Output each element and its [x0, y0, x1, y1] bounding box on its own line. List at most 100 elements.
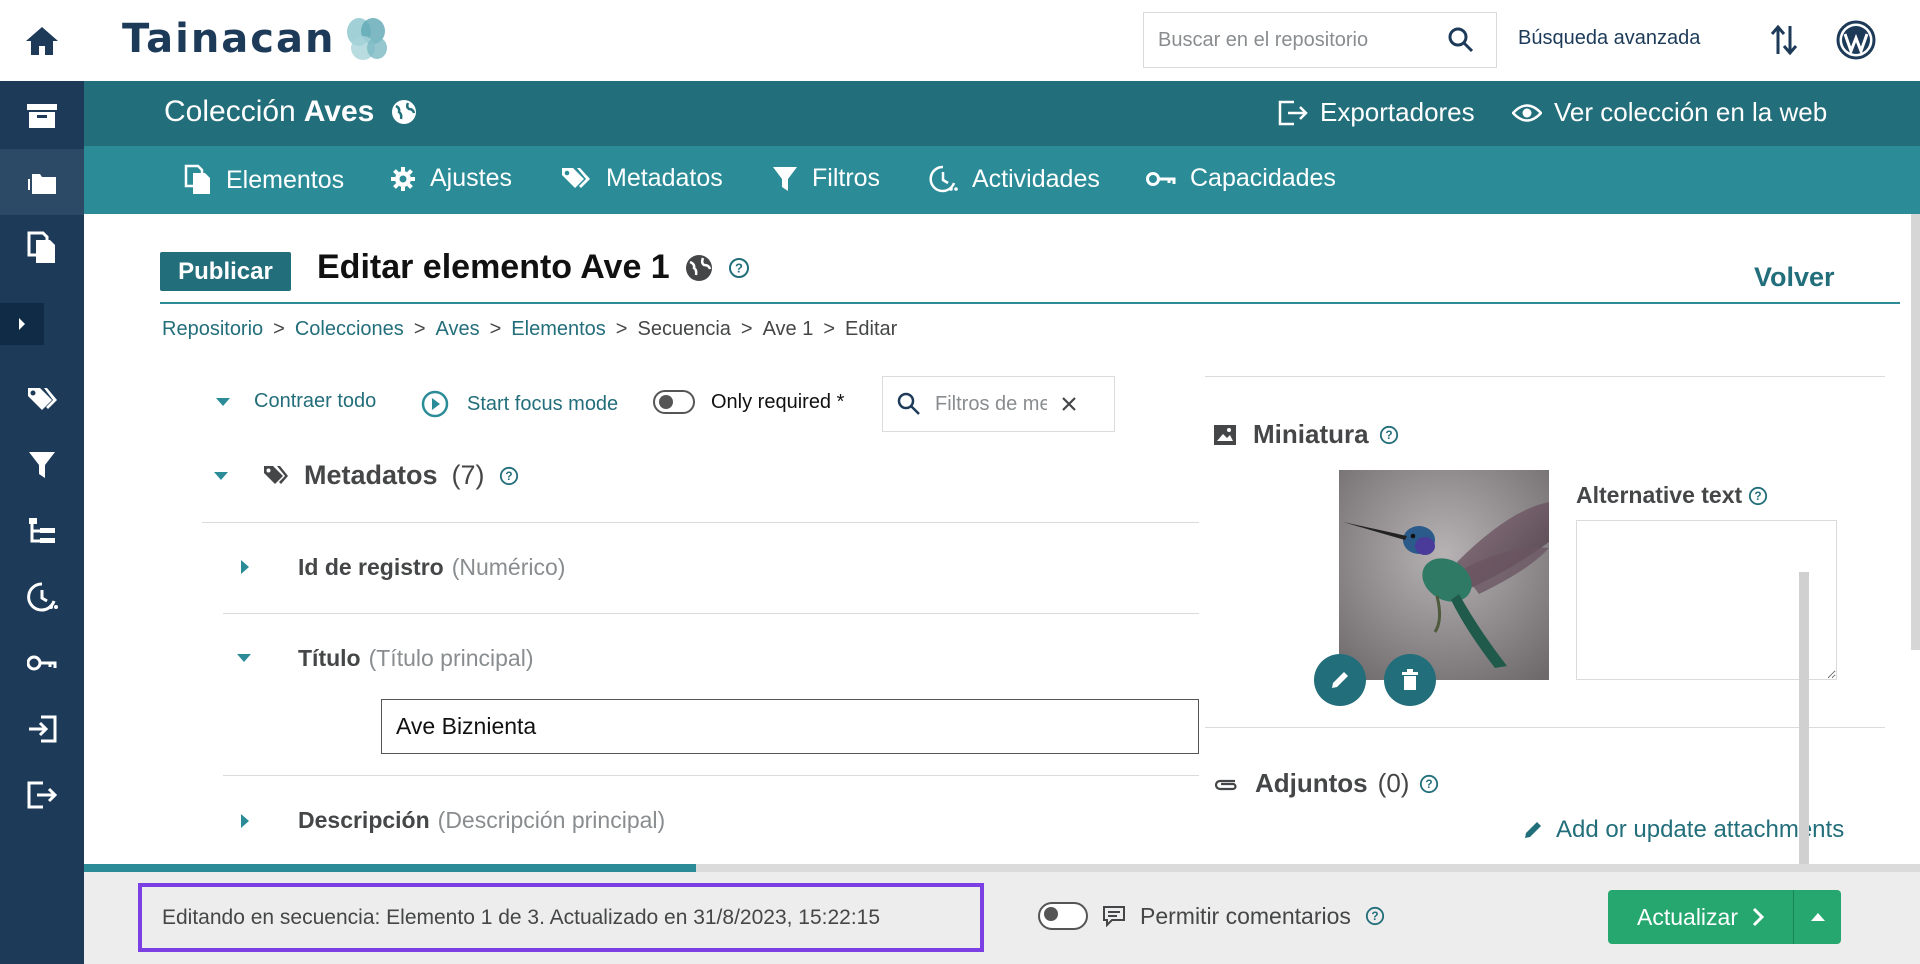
- activities-icon: [929, 165, 958, 193]
- breadcrumb-separator: >: [413, 318, 426, 340]
- collection-name[interactable]: Aves: [304, 95, 375, 129]
- top-header: Tainacan Búsqueda avanzada: [84, 0, 1920, 81]
- tab-filters[interactable]: Filtros: [772, 164, 880, 193]
- help-icon[interactable]: ?: [1365, 906, 1385, 926]
- attachments-count: (0): [1377, 768, 1410, 798]
- tab-items[interactable]: Elementos: [184, 164, 344, 196]
- update-button-group: Actualizar: [1608, 890, 1841, 944]
- divider: [202, 522, 1199, 523]
- help-icon[interactable]: ?: [1419, 774, 1439, 794]
- tab-label: Actividades: [972, 164, 1100, 193]
- sidebar-item-metadata[interactable]: [0, 366, 84, 432]
- update-options-button[interactable]: [1794, 890, 1841, 944]
- expand-field-icon[interactable]: [241, 814, 249, 828]
- filter-icon: [773, 166, 797, 191]
- alt-text-input[interactable]: [1576, 520, 1837, 680]
- tainacan-logo[interactable]: Tainacan: [122, 16, 391, 62]
- breadcrumb-item-elements[interactable]: Elementos: [511, 318, 606, 341]
- sidebar-item-importers[interactable]: [0, 696, 84, 762]
- logo-mark-icon: [347, 18, 388, 60]
- advanced-search-link[interactable]: Búsqueda avanzada: [1518, 27, 1700, 50]
- field-titulo[interactable]: Título (Título principal): [298, 645, 533, 672]
- view-collection-link[interactable]: Ver colección en la web: [1512, 97, 1827, 128]
- sidebar-item-items[interactable]: [0, 215, 84, 281]
- update-button[interactable]: Actualizar: [1608, 890, 1794, 944]
- back-link[interactable]: Volver: [1754, 262, 1835, 293]
- tab-activities[interactable]: Actividades: [928, 164, 1100, 194]
- tab-capabilities[interactable]: Capacidades: [1146, 164, 1336, 193]
- home-button[interactable]: [0, 0, 84, 81]
- repository-search: [1143, 12, 1497, 68]
- only-required-toggle[interactable]: Only required *: [653, 390, 844, 414]
- publish-button[interactable]: Publicar: [160, 252, 291, 291]
- collapse-all-button[interactable]: Contraer todo: [216, 390, 376, 413]
- update-label: Actualizar: [1637, 903, 1738, 930]
- sidebar-item-repository[interactable]: [0, 83, 84, 149]
- import-icon: [29, 715, 57, 743]
- tab-settings[interactable]: Ajustes: [390, 164, 512, 193]
- archive-icon: [27, 104, 57, 128]
- delete-thumbnail-button[interactable]: [1384, 654, 1436, 706]
- breadcrumb-item-collections[interactable]: Colecciones: [295, 318, 404, 341]
- wordpress-button[interactable]: [1836, 20, 1876, 60]
- collection-title: Colección Aves: [164, 95, 418, 129]
- sidebar-item-collections[interactable]: [0, 149, 84, 215]
- close-icon[interactable]: [1061, 396, 1077, 412]
- help-icon[interactable]: ?: [499, 466, 519, 486]
- caret-up-icon: [1810, 913, 1825, 921]
- help-icon[interactable]: ?: [1379, 425, 1399, 445]
- metadata-section-header[interactable]: Metadatos (7) ?: [214, 460, 519, 491]
- chevron-down-icon: [216, 397, 230, 406]
- sidebar-item-taxonomies[interactable]: [0, 498, 84, 564]
- allow-comments-switch[interactable]: [1038, 902, 1088, 930]
- sidebar-item-capabilities[interactable]: [0, 630, 84, 696]
- help-icon[interactable]: ?: [728, 257, 750, 279]
- logo-text: Tainacan: [122, 16, 336, 62]
- sidebar-item-activities[interactable]: [0, 564, 84, 630]
- help-icon[interactable]: ?: [1748, 486, 1768, 506]
- tags-icon: [28, 388, 57, 410]
- breadcrumb-item-repository[interactable]: Repositorio: [162, 318, 263, 341]
- page-scrollbar-thumb[interactable]: [1911, 214, 1920, 650]
- tab-metadata[interactable]: Metadatos: [560, 164, 723, 193]
- only-required-switch[interactable]: [653, 390, 695, 414]
- view-collection-label: Ver colección en la web: [1554, 97, 1828, 127]
- exporters-link[interactable]: Exportadores: [1278, 97, 1475, 128]
- panel-scrollbar-thumb[interactable]: [1799, 572, 1809, 864]
- sidebar-item-filters[interactable]: [0, 432, 84, 498]
- metadata-filter-input[interactable]: [935, 392, 1047, 416]
- attachments-header: Adjuntos (0) ?: [1213, 768, 1439, 799]
- hummingbird-image: [1339, 470, 1549, 680]
- expand-field-icon[interactable]: [241, 560, 249, 574]
- image-icon: [1214, 424, 1236, 445]
- breadcrumb-item-ave1: Ave 1: [762, 318, 814, 340]
- sidebar-expand-button[interactable]: [0, 303, 44, 345]
- field-type: (Título principal): [368, 645, 534, 671]
- tab-label: Ajustes: [430, 164, 512, 192]
- title-input[interactable]: [381, 699, 1199, 754]
- alt-text-label-text: Alternative text: [1576, 482, 1743, 508]
- collection-tabs: Elementos Ajustes Metadatos Filtros Acti…: [84, 146, 1920, 214]
- comment-icon: [1103, 906, 1125, 927]
- field-descripcion[interactable]: Descripción (Descripción principal): [298, 807, 665, 834]
- search-icon[interactable]: [1448, 27, 1474, 53]
- tags-icon: [264, 465, 288, 484]
- only-required-label: Only required *: [711, 390, 845, 413]
- alt-text-label: Alternative text ?: [1576, 482, 1768, 509]
- page-title-text: Editar elemento Ave 1: [317, 248, 670, 286]
- tab-label: Filtros: [812, 164, 881, 192]
- sidebar-item-exporters[interactable]: [0, 762, 84, 828]
- svg-text:?: ?: [505, 469, 512, 483]
- export-icon: [27, 781, 57, 809]
- focus-mode-button[interactable]: Start focus mode: [421, 390, 618, 418]
- search-input[interactable]: [1158, 28, 1448, 52]
- edit-thumbnail-button[interactable]: [1314, 654, 1366, 706]
- field-id-registro[interactable]: Id de registro (Numérico): [298, 554, 565, 581]
- activities-icon: [27, 582, 58, 612]
- breadcrumb-separator: >: [273, 318, 285, 340]
- process-button[interactable]: [1764, 20, 1804, 60]
- add-attachments-link[interactable]: Add or update attachments: [1522, 816, 1844, 844]
- thumbnail-image[interactable]: [1339, 470, 1549, 680]
- collapse-field-icon[interactable]: [237, 654, 251, 662]
- breadcrumb-item-aves[interactable]: Aves: [436, 318, 480, 341]
